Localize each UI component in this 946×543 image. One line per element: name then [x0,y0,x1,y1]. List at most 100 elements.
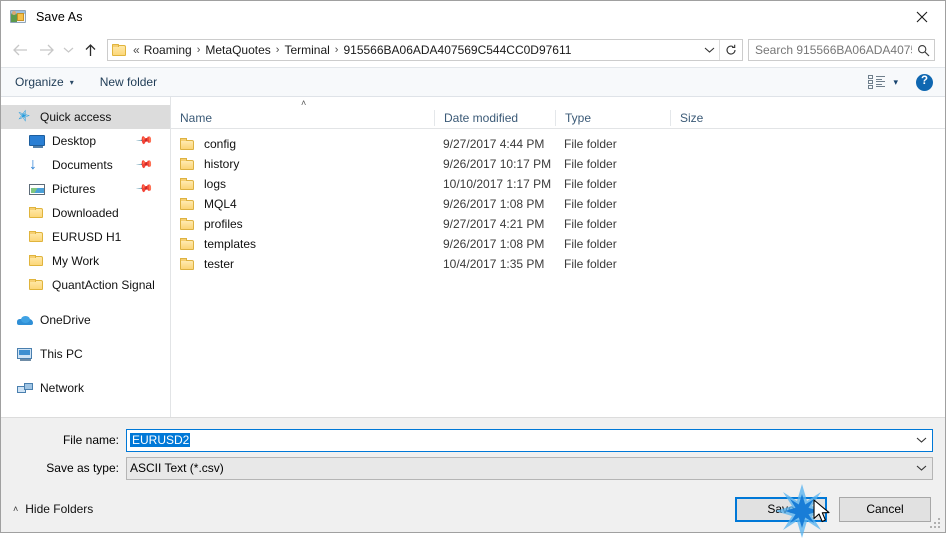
sidebar-item-label: QuantAction Signal [52,278,155,292]
dialog-body: ✭ Quick access Desktop 📌 ↓ Documents 📌 P… [1,97,945,417]
file-name: profiles [204,217,243,231]
file-type: File folder [564,197,617,211]
save-as-type-select[interactable]: ASCII Text (*.csv) [126,456,933,480]
chevron-down-icon[interactable] [910,464,932,472]
breadcrumb-overflow[interactable]: « [131,43,143,57]
file-type: File folder [564,217,617,231]
new-folder-button[interactable]: New folder [100,75,157,89]
breadcrumb-item-current[interactable]: 915566BA06ADA407569C544CC0D97611 [342,42,572,58]
folder-icon [29,205,45,221]
file-list-pane: ˄ Name Date modified Type Size config 9/… [171,97,945,417]
picture-icon [29,181,45,197]
sidebar-item-this-pc[interactable]: This PC [1,342,170,366]
title-bar: Save As [1,1,945,33]
hide-folders-button[interactable]: ˄ Hide Folders [13,502,93,516]
table-row[interactable]: templates 9/26/2017 1:08 PM File folder [171,234,945,254]
sidebar-item-desktop[interactable]: Desktop 📌 [1,129,170,153]
resize-grip-icon[interactable] [930,518,941,529]
organize-button[interactable]: Organize ▾ [15,75,74,89]
sidebar-item-label: Pictures [52,182,96,196]
navigation-bar: « Roaming › MetaQuotes › Terminal › 9155… [1,33,945,67]
column-headers: Name Date modified Type Size [171,107,945,129]
save-button[interactable]: Save [735,496,827,522]
column-header-type[interactable]: Type [555,109,670,126]
sidebar-item-downloaded[interactable]: Downloaded [1,201,170,225]
table-row[interactable]: MQL4 9/26/2017 1:08 PM File folder [171,194,945,214]
search-input[interactable]: Search 915566BA06ADA40756... [749,43,912,57]
file-date: 10/10/2017 1:17 PM [443,177,552,191]
breadcrumb[interactable]: « Roaming › MetaQuotes › Terminal › 9155… [108,42,699,58]
cloud-icon [17,312,33,328]
search-box[interactable]: Search 915566BA06ADA40756... [748,39,935,61]
table-row[interactable]: profiles 9/27/2017 4:21 PM File folder [171,214,945,234]
dialog-footer: ˄ Hide Folders Save Cancel [1,486,945,532]
pin-icon[interactable]: 📌 [136,179,155,198]
file-name-input[interactable]: EURUSD2 [126,428,933,452]
new-folder-label: New folder [99,75,158,89]
sidebar-item-quantaction-signal[interactable]: QuantAction Signal [1,273,170,297]
table-row[interactable]: history 9/26/2017 10:17 PM File folder [171,154,945,174]
sidebar-item-my-work[interactable]: My Work [1,249,170,273]
save-as-dialog: Save As « Roaming › MetaQuotes › Termina… [0,0,946,538]
file-date: 10/4/2017 1:35 PM [443,257,545,271]
sidebar-item-network[interactable]: Network [1,376,170,400]
forward-arrow-icon[interactable] [33,37,59,63]
table-row[interactable]: config 9/27/2017 4:44 PM File folder [171,134,945,154]
breadcrumb-separator: › [275,44,280,56]
sidebar-item-label: Quick access [40,110,112,124]
navigation-sidebar: ✭ Quick access Desktop 📌 ↓ Documents 📌 P… [1,97,171,417]
folder-icon [180,177,195,191]
list-view-icon[interactable] [868,75,886,89]
sidebar-item-eurusd-h1[interactable]: EURUSD H1 [1,225,170,249]
sidebar-item-onedrive[interactable]: OneDrive [1,308,170,332]
sidebar-item-quick-access[interactable]: ✭ Quick access [1,105,170,129]
column-header-date-modified[interactable]: Date modified [434,109,555,126]
up-arrow-icon[interactable] [77,37,103,63]
search-icon[interactable] [912,44,934,57]
file-date: 9/26/2017 1:08 PM [443,197,545,211]
save-form: File name: EURUSD2 Save as type: ASCII T… [1,417,945,486]
organize-label: Organize [15,75,64,89]
chevron-down-icon[interactable] [699,40,719,60]
table-row[interactable]: logs 10/10/2017 1:17 PM File folder [171,174,945,194]
folder-icon [180,197,195,211]
breadcrumb-item-metaquotes[interactable]: MetaQuotes [204,42,271,58]
table-row[interactable]: tester 10/4/2017 1:35 PM File folder [171,254,945,274]
help-button[interactable]: ? [916,73,933,91]
sidebar-item-label: Documents [52,158,113,172]
view-options-chevron-icon[interactable]: ▾ [893,77,898,88]
hide-folders-label: Hide Folders [25,502,94,516]
sidebar-item-pictures[interactable]: Pictures 📌 [1,177,170,201]
save-as-type-value: ASCII Text (*.csv) [130,461,224,475]
file-name-row: File name: EURUSD2 [1,428,945,452]
sidebar-item-label: EURUSD H1 [52,230,122,244]
refresh-icon[interactable] [719,40,742,60]
save-as-type-row: Save as type: ASCII Text (*.csv) [1,456,945,480]
chevron-down-icon[interactable] [910,436,932,444]
download-icon: ↓ [29,156,37,173]
folder-icon [180,257,195,271]
file-name: tester [204,257,235,271]
save-as-type-label: Save as type: [46,461,119,475]
sidebar-item-label: Downloaded [52,206,119,220]
close-icon[interactable] [899,1,945,32]
pin-icon[interactable]: 📌 [136,155,155,174]
breadcrumb-separator: › [196,44,201,56]
breadcrumb-item-roaming[interactable]: Roaming [143,42,193,58]
file-name: config [204,137,237,151]
column-header-size[interactable]: Size [670,109,750,126]
address-bar[interactable]: « Roaming › MetaQuotes › Terminal › 9155… [107,39,743,61]
file-list: config 9/27/2017 4:44 PM File folder his… [171,129,945,417]
back-arrow-icon[interactable] [7,37,33,63]
recent-locations-chevron-icon[interactable] [59,37,77,63]
folder-icon [180,157,195,171]
pin-icon[interactable]: 📌 [136,131,155,150]
chevron-down-icon: ▾ [69,77,74,87]
file-name-label: File name: [62,433,119,447]
cancel-button[interactable]: Cancel [839,496,931,522]
window-title: Save As [36,10,83,24]
column-header-name[interactable]: Name [171,110,434,126]
file-date: 9/26/2017 10:17 PM [443,157,552,171]
breadcrumb-item-terminal[interactable]: Terminal [283,42,330,58]
sidebar-item-documents[interactable]: ↓ Documents 📌 [1,153,170,177]
